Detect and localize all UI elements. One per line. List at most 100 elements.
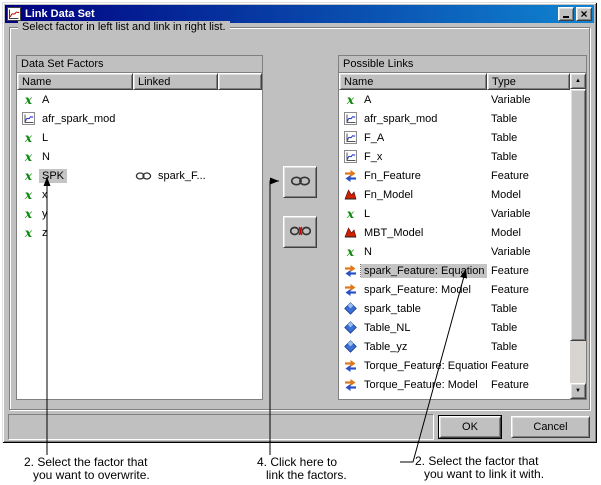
model-icon	[344, 188, 357, 201]
row-label: y	[42, 207, 48, 220]
row-label: x	[42, 188, 48, 201]
row-label: Torque_Feature: Model	[364, 378, 478, 391]
list-row[interactable]: F_A Table	[339, 128, 570, 147]
row-label: spark_Feature: Model	[364, 283, 471, 296]
diamond-icon	[344, 340, 357, 353]
list-row[interactable]: L	[17, 128, 262, 147]
list-row[interactable]: z	[17, 223, 262, 242]
annotation-select-link-with: 2. Select the factor that you want to li…	[415, 454, 545, 481]
variable-icon	[22, 169, 35, 182]
list-row[interactable]: N	[17, 147, 262, 166]
chain-link-icon	[135, 171, 152, 181]
screenshot-canvas: Link Data Set Select factor in left list…	[0, 0, 601, 485]
row-label: N	[364, 245, 372, 258]
possible-links-panel: Possible Links Name Type A Variable afr_s…	[338, 55, 587, 400]
cancel-button[interactable]: Cancel	[511, 416, 590, 438]
row-label: Torque_Feature: Equation	[364, 359, 487, 372]
row-label: N	[42, 150, 50, 163]
graph-app-icon	[7, 7, 21, 21]
list-row-selected[interactable]: SPK spark_F...	[17, 166, 262, 185]
list-row[interactable]: A Variable	[339, 90, 570, 109]
list-row[interactable]: Fn_Model Model	[339, 185, 570, 204]
unlink-button[interactable]	[283, 216, 317, 248]
variable-icon	[22, 93, 35, 106]
status-strip	[8, 414, 434, 440]
list-row[interactable]: x	[17, 185, 262, 204]
row-type: Feature	[491, 264, 529, 277]
link-button[interactable]	[283, 166, 317, 198]
row-label: MBT_Model	[364, 226, 424, 239]
list-row-selected[interactable]: spark_Feature: Equation Feature	[339, 261, 570, 280]
list-row[interactable]: MBT_Model Model	[339, 223, 570, 242]
data-set-factors-list[interactable]: A afr_spark_mod L N SPK spark_F... x y z	[17, 90, 262, 399]
list-row[interactable]: A	[17, 90, 262, 109]
row-label: Fn_Model	[364, 188, 413, 201]
variable-icon	[22, 150, 35, 163]
feature-icon	[344, 378, 357, 391]
row-type: Feature	[491, 359, 529, 372]
row-label: Table_yz	[364, 340, 408, 353]
list-row[interactable]: F_x Table	[339, 147, 570, 166]
close-button[interactable]	[576, 7, 592, 21]
row-label: Fn_Feature	[364, 169, 421, 182]
left-panel-title: Data Set Factors	[17, 56, 262, 73]
row-type: Feature	[491, 283, 529, 296]
link-data-set-dialog: Link Data Set Select factor in left list…	[2, 2, 597, 443]
right-panel-title: Possible Links	[339, 56, 586, 73]
list-row[interactable]: Torque_Feature: Equation Feature	[339, 356, 570, 375]
list-row[interactable]: Table_NL Table	[339, 318, 570, 337]
scroll-down-icon[interactable]	[570, 383, 586, 399]
row-type: Feature	[491, 378, 529, 391]
linked-value: spark_F...	[158, 169, 206, 182]
minimize-button[interactable]	[558, 7, 574, 21]
feature-icon	[344, 283, 357, 296]
annotation-select-overwrite: 2. Select the factor that you want to ov…	[24, 455, 150, 482]
list-row[interactable]: Fn_Feature Feature	[339, 166, 570, 185]
list-row[interactable]: L Variable	[339, 204, 570, 223]
graph-icon	[344, 112, 357, 125]
variable-icon	[22, 188, 35, 201]
ok-button[interactable]: OK	[438, 415, 502, 439]
row-label: L	[364, 207, 371, 220]
window-title: Link Data Set	[25, 8, 95, 20]
row-label: spark_table	[364, 302, 421, 315]
variable-icon	[22, 226, 35, 239]
row-label: F_A	[364, 131, 385, 144]
row-label: Table_NL	[364, 321, 411, 334]
feature-icon	[344, 169, 357, 182]
possible-links-list[interactable]: A Variable afr_spark_mod Table F_A Table F_…	[339, 90, 570, 399]
vertical-scrollbar[interactable]	[570, 73, 586, 399]
column-header-filler	[218, 73, 262, 90]
list-row[interactable]: spark_Feature: Model Feature	[339, 280, 570, 299]
list-row[interactable]: Table_yz Table	[339, 337, 570, 356]
scrollbar-thumb[interactable]	[570, 89, 586, 341]
row-type: Table	[491, 340, 518, 353]
graph-icon	[344, 150, 357, 163]
annotation-click-link: 4. Click here to link the factors.	[257, 455, 347, 482]
row-label: F_x	[364, 150, 383, 163]
feature-icon	[344, 264, 357, 277]
row-label: A	[42, 93, 50, 106]
column-header-type[interactable]: Type	[487, 73, 570, 90]
row-type: Feature	[491, 169, 529, 182]
list-row[interactable]: spark_table Table	[339, 299, 570, 318]
row-type: Table	[491, 302, 518, 315]
row-type: Table	[491, 131, 518, 144]
list-row[interactable]: N Variable	[339, 242, 570, 261]
feature-icon	[344, 359, 357, 372]
data-set-factors-panel: Data Set Factors Name Linked A afr_spark…	[16, 55, 263, 400]
column-header-name[interactable]: Name	[339, 73, 487, 90]
row-label: A	[364, 93, 372, 106]
list-row[interactable]: y	[17, 204, 262, 223]
scroll-up-icon[interactable]	[570, 73, 586, 89]
list-row[interactable]: Torque_Feature: Model Feature	[339, 375, 570, 394]
list-row[interactable]: afr_spark_mod	[17, 109, 262, 128]
row-type: Table	[491, 112, 518, 125]
column-header-name[interactable]: Name	[17, 73, 133, 90]
list-row[interactable]: afr_spark_mod Table	[339, 109, 570, 128]
row-type: Variable	[491, 245, 531, 258]
row-type: Model	[491, 226, 521, 239]
column-header-linked[interactable]: Linked	[133, 73, 218, 90]
variable-icon	[344, 245, 357, 258]
chain-unlink-icon	[290, 225, 311, 240]
